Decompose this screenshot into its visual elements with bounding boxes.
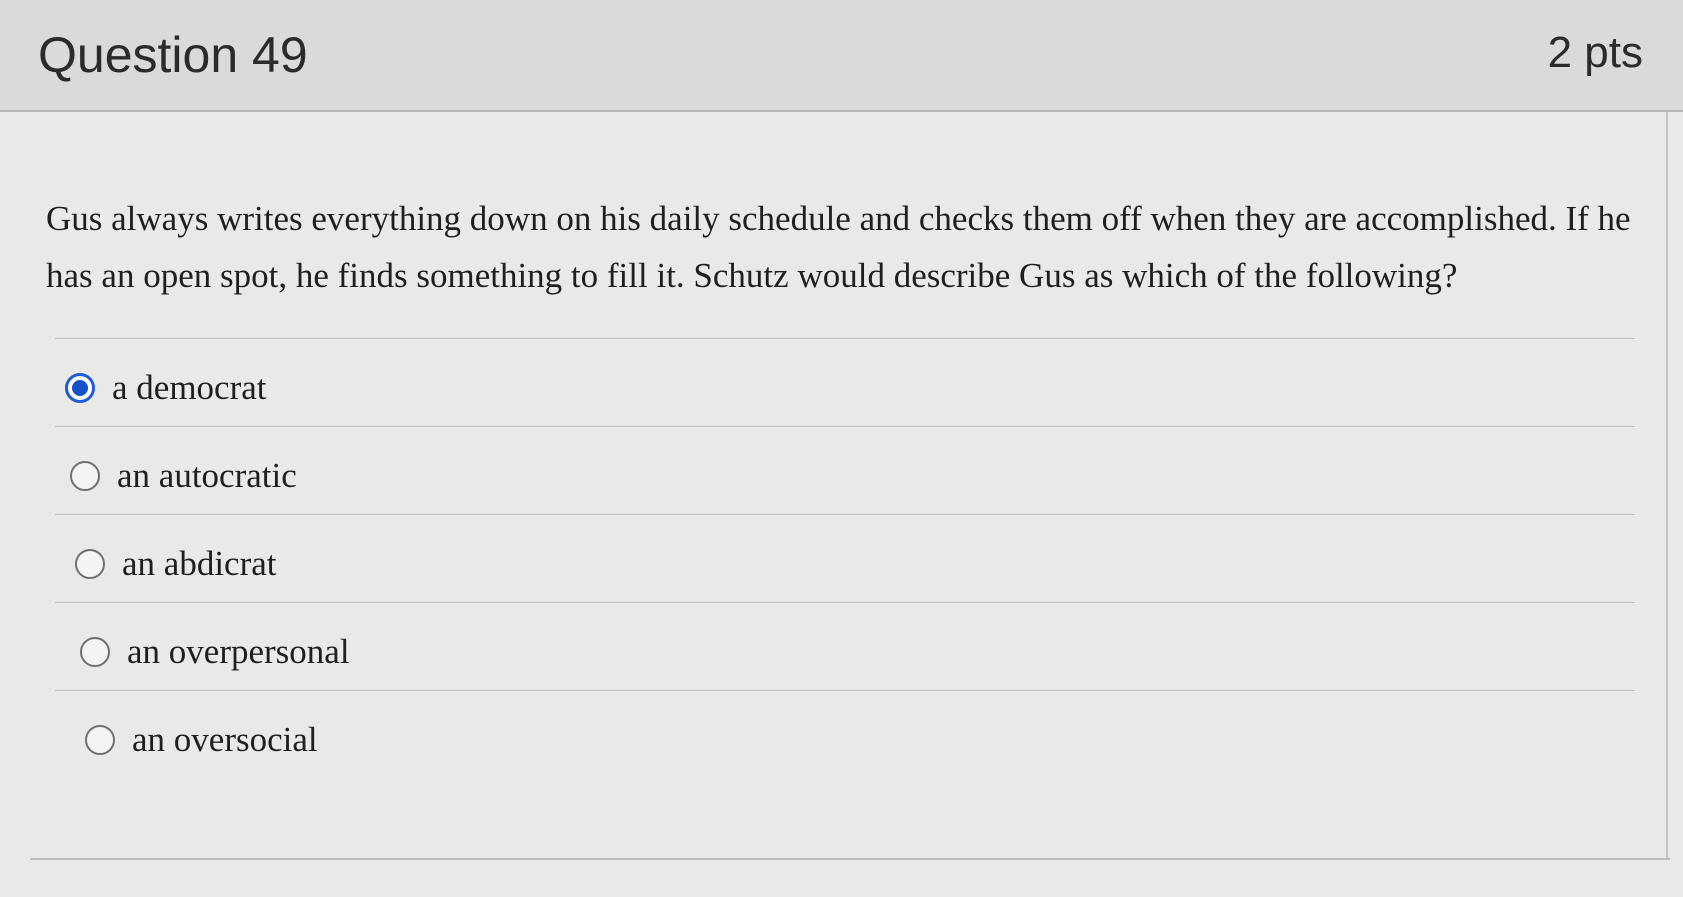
radio-unselected-icon[interactable] — [85, 725, 115, 755]
question-header: Question 49 2 pts — [0, 0, 1683, 112]
question-card: Question 49 2 pts Gus always writes ever… — [0, 0, 1683, 897]
question-title: Question 49 — [38, 27, 308, 83]
radio-selected-icon[interactable] — [65, 373, 95, 403]
question-points: 2 pts — [1547, 28, 1643, 77]
answer-label: an abdicrat — [122, 544, 277, 583]
radio-unselected-icon[interactable] — [80, 637, 110, 667]
question-text: Gus always writes everything down on his… — [46, 199, 1631, 295]
answer-divider — [55, 602, 1635, 603]
answer-option-abdicrat[interactable]: an abdicrat — [75, 534, 277, 594]
answers-divider — [55, 338, 1635, 339]
card-right-border — [1666, 112, 1668, 860]
answer-label: an oversocial — [132, 720, 318, 759]
answer-label: an overpersonal — [127, 632, 350, 671]
answer-label: a democrat — [112, 368, 267, 407]
answer-option-oversocial[interactable]: an oversocial — [85, 710, 318, 770]
answer-divider — [55, 514, 1635, 515]
radio-unselected-icon[interactable] — [75, 549, 105, 579]
answer-divider — [55, 426, 1635, 427]
radio-unselected-icon[interactable] — [70, 461, 100, 491]
answer-label: an autocratic — [117, 456, 297, 495]
answer-option-democrat[interactable]: a democrat — [65, 358, 267, 418]
card-bottom-border — [30, 858, 1670, 860]
answer-option-overpersonal[interactable]: an overpersonal — [80, 622, 350, 682]
answer-option-autocratic[interactable]: an autocratic — [70, 446, 297, 506]
answer-divider — [55, 690, 1635, 691]
